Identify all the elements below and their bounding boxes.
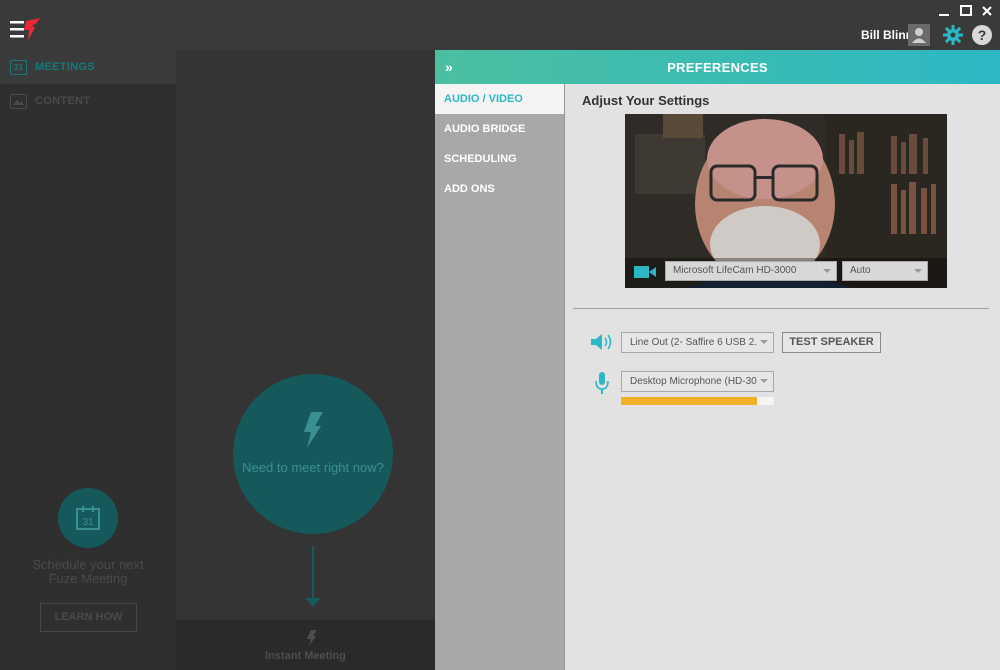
image-icon <box>10 93 27 109</box>
tab-scheduling[interactable]: SCHEDULING <box>435 144 564 174</box>
tab-audio-bridge[interactable]: AUDIO BRIDGE <box>435 114 564 144</box>
microphone-icon <box>595 372 609 394</box>
meet-now-text: Need to meet right now? <box>242 460 384 475</box>
nav-item-label: MEETINGS <box>35 61 95 73</box>
preferences-tabs: AUDIO / VIDEO AUDIO BRIDGE SCHEDULING AD… <box>435 84 565 670</box>
arrow-head-icon <box>305 598 321 607</box>
microphone-select[interactable]: Desktop Microphone (HD-30 <box>621 371 774 392</box>
mic-level-fill <box>621 397 758 405</box>
resolution-select-value: Auto <box>850 265 871 276</box>
camera-select[interactable]: Microsoft LifeCam HD-3000 <box>665 261 837 281</box>
fuze-logo-icon[interactable] <box>10 18 44 42</box>
camera-icon <box>634 266 656 278</box>
nav-item-content[interactable]: CONTENT <box>0 84 176 118</box>
lightning-icon <box>307 630 317 646</box>
instant-meeting-button[interactable]: Instant Meeting <box>176 620 435 670</box>
maximize-icon[interactable] <box>959 4 973 18</box>
learn-how-button[interactable]: LEARN HOW <box>40 603 137 632</box>
close-icon[interactable] <box>980 4 994 18</box>
camera-select-value: Microsoft LifeCam HD-3000 <box>673 265 797 276</box>
instant-meeting-label: Instant Meeting <box>265 650 346 662</box>
schedule-text: Schedule your next Fuze Meeting <box>32 557 144 586</box>
gear-icon[interactable] <box>942 24 964 46</box>
speaker-icon <box>591 334 612 350</box>
help-icon[interactable]: ? <box>972 25 992 45</box>
tab-audio-video[interactable]: AUDIO / VIDEO <box>435 84 564 114</box>
section-divider <box>573 308 989 309</box>
nav-item-meetings[interactable]: 31 MEETINGS <box>0 50 176 84</box>
title-bar: Bill Blinn ? <box>0 0 1000 50</box>
left-nav: 31 MEETINGS CONTENT 31 Schedule your nex… <box>0 50 176 670</box>
chevron-down-icon <box>914 269 922 273</box>
calendar-number: 31 <box>82 517 94 528</box>
lightning-icon <box>304 412 323 448</box>
chevron-down-icon <box>823 269 831 273</box>
mic-level-meter <box>621 397 774 405</box>
speaker-select[interactable]: Line Out (2- Saffire 6 USB 2. <box>621 332 774 353</box>
meetings-area: Need to meet right now? Instant Meeting <box>176 50 435 670</box>
preferences-panel: » PREFERENCES AUDIO / VIDEO AUDIO BRIDGE… <box>435 50 1000 670</box>
chevron-down-icon <box>760 379 768 383</box>
microphone-select-value: Desktop Microphone (HD-30 <box>630 376 757 387</box>
resolution-select[interactable]: Auto <box>842 261 928 281</box>
test-speaker-button[interactable]: TEST SPEAKER <box>782 332 881 353</box>
arrow-down-icon <box>312 546 314 600</box>
user-avatar-icon[interactable] <box>908 24 930 46</box>
settings-title: Adjust Your Settings <box>582 93 710 108</box>
calendar-icon: 31 <box>10 59 27 75</box>
webcam-preview: Microsoft LifeCam HD-3000 Auto <box>625 114 947 288</box>
minimize-icon[interactable] <box>937 4 951 18</box>
speaker-select-value: Line Out (2- Saffire 6 USB 2. <box>630 337 758 348</box>
preferences-header: » PREFERENCES <box>435 50 1000 84</box>
user-name[interactable]: Bill Blinn <box>861 28 913 42</box>
tab-add-ons[interactable]: ADD ONS <box>435 174 564 204</box>
instant-meeting-circle[interactable]: Need to meet right now? <box>233 374 393 534</box>
chevron-down-icon <box>760 340 768 344</box>
nav-item-label: CONTENT <box>35 95 91 107</box>
schedule-calendar-icon: 31 <box>58 488 118 548</box>
preferences-title: PREFERENCES <box>667 60 768 75</box>
